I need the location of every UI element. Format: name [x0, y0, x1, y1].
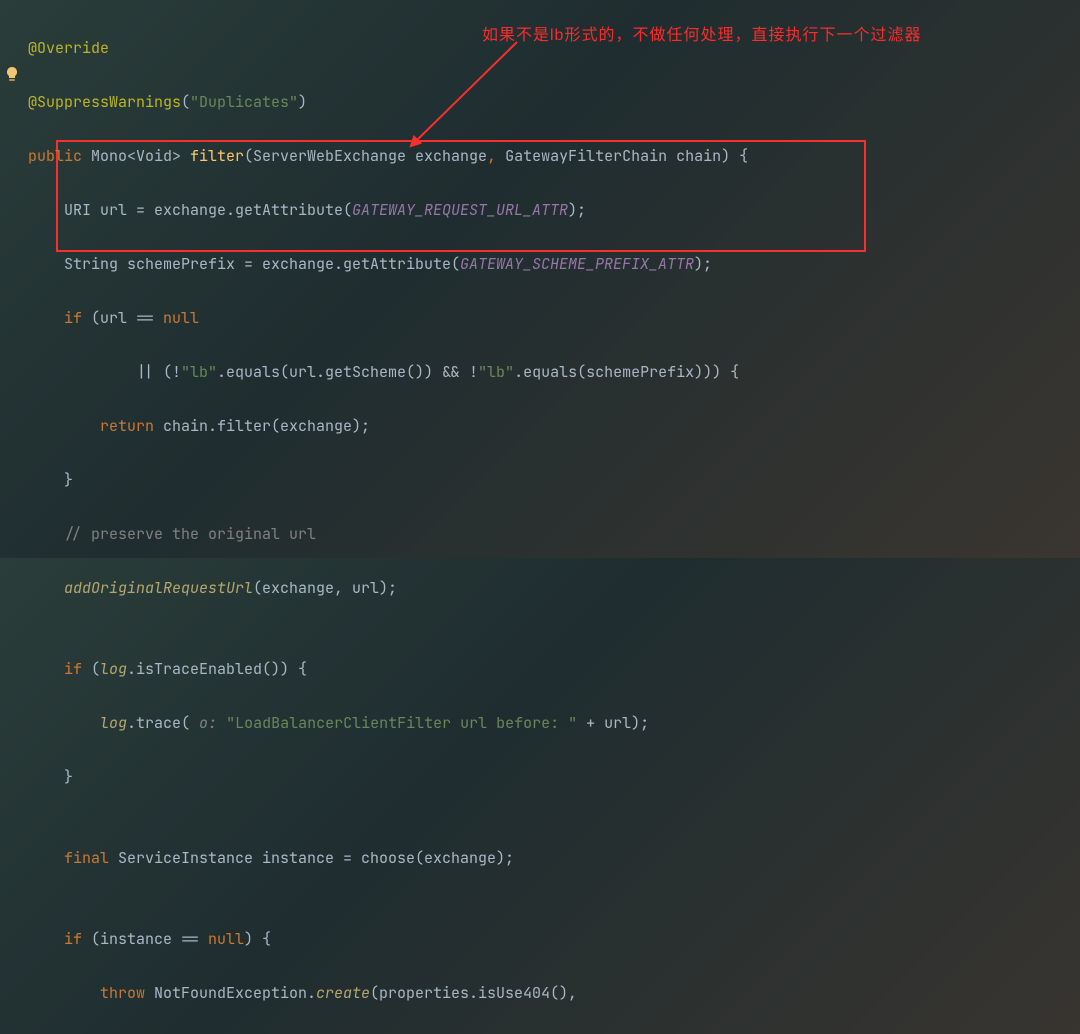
param-hint: o:	[190, 713, 226, 733]
punct: );	[568, 200, 586, 220]
text: (	[91, 659, 100, 679]
annotation-token: @Override	[28, 38, 109, 58]
params: (ServerWebExchange exchange	[244, 146, 487, 166]
code-line[interactable]: return chain.filter(exchange);	[28, 413, 748, 440]
keyword-token: throw	[28, 983, 154, 1003]
text: (exchange, url);	[253, 578, 397, 598]
text: }	[28, 767, 73, 787]
code-line[interactable]: public Mono<Void> filter(ServerWebExchan…	[28, 143, 748, 170]
code-line[interactable]: @SuppressWarnings("Duplicates")	[28, 89, 748, 116]
keyword-token: final	[28, 848, 118, 868]
text: URI url = exchange.getAttribute(	[28, 200, 352, 220]
code-line[interactable]: String schemePrefix = exchange.getAttrib…	[28, 251, 748, 278]
static-token: log	[100, 713, 127, 733]
method-token: create	[316, 983, 370, 1003]
punct: ,	[487, 146, 505, 166]
text: ) {	[244, 929, 271, 949]
text: NotFoundException.	[154, 983, 316, 1003]
type-token: Mono<Void>	[91, 146, 190, 166]
code-line[interactable]: if (url == null	[28, 305, 748, 332]
keyword-token: if	[28, 308, 91, 328]
code-line[interactable]: final ServiceInstance instance = choose(…	[28, 845, 748, 872]
text: + url);	[577, 713, 649, 733]
text: .equals(url.getScheme()) && !	[217, 362, 478, 382]
code-line[interactable]: throw NotFoundException.create(propertie…	[28, 980, 748, 1007]
method-token: filter	[190, 146, 244, 166]
keyword-token: null	[163, 308, 199, 328]
code-line[interactable]: log.trace( o: "LoadBalancerClientFilter …	[28, 710, 748, 737]
text: .equals(schemePrefix))) {	[514, 362, 739, 382]
constant-token: GATEWAY_SCHEME_PREFIX_ATTR	[460, 254, 694, 274]
punct: )	[298, 92, 307, 112]
text: (url ==	[91, 308, 163, 328]
keyword-token: if	[28, 929, 91, 949]
code-line[interactable]: if (log.isTraceEnabled()) {	[28, 656, 748, 683]
string-token: "Duplicates"	[190, 92, 298, 112]
string-token: "lb"	[478, 362, 514, 382]
text: }	[28, 470, 73, 490]
code-line[interactable]: URI url = exchange.getAttribute(GATEWAY_…	[28, 197, 748, 224]
text: .isTraceEnabled()) {	[127, 659, 307, 679]
annotation-token: @SuppressWarnings	[28, 92, 181, 112]
text: .trace(	[127, 713, 190, 733]
text: (instance ==	[91, 929, 208, 949]
constant-token: GATEWAY_REQUEST_URL_ATTR	[352, 200, 568, 220]
keyword-token: if	[28, 659, 91, 679]
text: || (!	[28, 362, 181, 382]
code-line[interactable]: }	[28, 764, 748, 791]
text: (properties.isUse404(),	[370, 983, 577, 1003]
string-token: "LoadBalancerClientFilter url before: "	[226, 713, 577, 733]
punct: (	[181, 92, 190, 112]
code-line[interactable]: || (!"lb".equals(url.getScheme()) && !"l…	[28, 359, 748, 386]
code-editor[interactable]: @Override @SuppressWarnings("Duplicates"…	[0, 0, 748, 1034]
comment-token: // preserve the original url	[28, 524, 316, 544]
text: String schemePrefix = exchange.getAttrib…	[28, 254, 460, 274]
string-token: "lb"	[181, 362, 217, 382]
code-line[interactable]: addOriginalRequestUrl(exchange, url);	[28, 575, 748, 602]
static-token: log	[100, 659, 127, 679]
code-line[interactable]: @Override	[28, 35, 748, 62]
params: GatewayFilterChain chain) {	[505, 146, 748, 166]
text	[28, 713, 100, 733]
text: chain.filter(exchange);	[163, 416, 370, 436]
code-line[interactable]: if (instance == null) {	[28, 926, 748, 953]
keyword-token: return	[28, 416, 163, 436]
code-line[interactable]: }	[28, 467, 748, 494]
method-token: addOriginalRequestUrl	[28, 578, 253, 598]
code-line[interactable]: // preserve the original url	[28, 521, 748, 548]
keyword-token: null	[208, 929, 244, 949]
keyword-token: public	[28, 146, 91, 166]
text: ServiceInstance instance = choose(exchan…	[118, 848, 514, 868]
punct: );	[694, 254, 712, 274]
